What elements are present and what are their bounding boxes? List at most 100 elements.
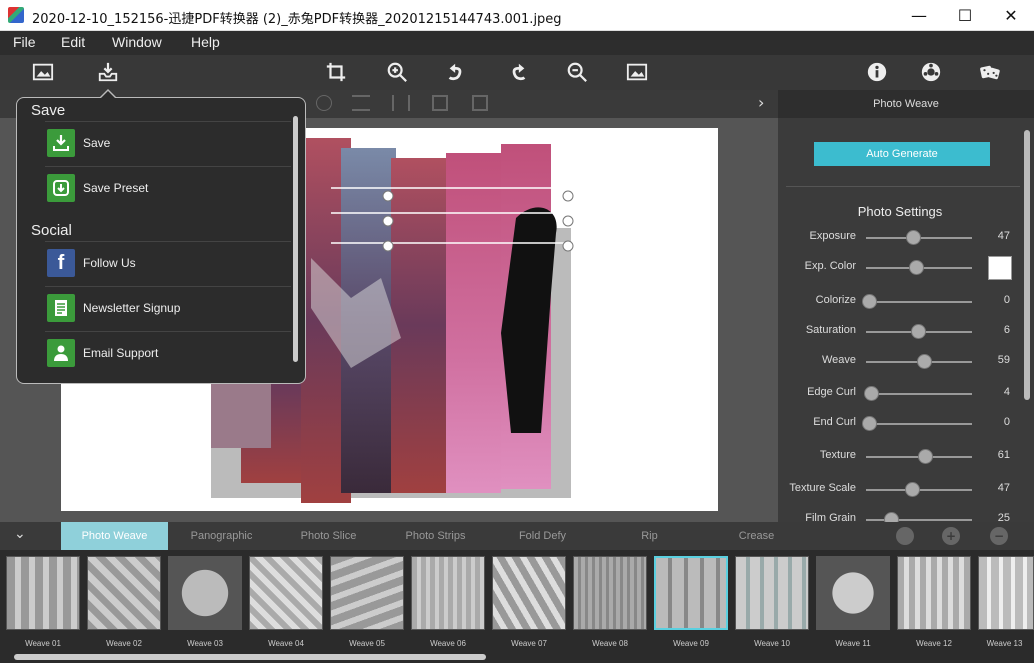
settings-icon[interactable]	[917, 59, 945, 85]
panel-header: Photo Weave	[778, 90, 1034, 118]
remove-preset-icon[interactable]: −	[990, 527, 1008, 545]
redo-icon[interactable]	[503, 59, 531, 85]
preset-thumbnail[interactable]	[573, 556, 647, 630]
slider-knob[interactable]	[905, 482, 920, 497]
slider-value: 0	[1003, 416, 1010, 428]
preset-thumbnail[interactable]	[87, 556, 161, 630]
slider-knob[interactable]	[884, 512, 899, 522]
slider-texture-scale[interactable]: Texture Scale 47	[778, 480, 1022, 500]
tab-panographic[interactable]: Panographic	[168, 522, 275, 550]
title-bar: 2020-12-10_152156-迅捷PDF转换器 (2)_赤兔PDF转换器_…	[0, 0, 1034, 31]
slider-track[interactable]	[866, 519, 972, 521]
info-icon[interactable]	[863, 59, 891, 85]
preset-thumbnail[interactable]	[168, 556, 242, 630]
slider-knob[interactable]	[917, 354, 932, 369]
preset-thumbnail[interactable]	[492, 556, 566, 630]
preset-label: Weave 07	[511, 639, 547, 648]
slider-saturation[interactable]: Saturation 6	[778, 322, 1022, 342]
remove-icon[interactable]	[316, 95, 332, 111]
auto-generate-button[interactable]: Auto Generate	[814, 142, 990, 166]
slider-exposure[interactable]: Exposure 47	[778, 228, 1022, 248]
slider-knob[interactable]	[862, 294, 877, 309]
random-icon[interactable]	[896, 527, 914, 545]
preset-thumbnail[interactable]	[816, 556, 890, 630]
slider-texture[interactable]: Texture 61	[778, 447, 1022, 467]
slider-exp-color[interactable]: Exp. Color	[778, 256, 1022, 280]
popup-scrollbar[interactable]	[293, 116, 298, 362]
color-swatch[interactable]	[988, 256, 1012, 280]
crop-icon[interactable]	[322, 59, 350, 85]
tab-crease[interactable]: Crease	[703, 522, 810, 550]
zoom-in-icon[interactable]	[383, 59, 411, 85]
popup-caret-inner	[100, 91, 116, 99]
menu-item-label: Save	[83, 136, 111, 150]
panel-scrollbar[interactable]	[1024, 130, 1030, 400]
slider-label: Texture	[819, 449, 856, 461]
menu-file[interactable]: File	[13, 34, 36, 50]
preset-thumbnail-selected[interactable]	[654, 556, 728, 630]
slider-knob[interactable]	[911, 324, 926, 339]
undo-icon[interactable]	[443, 59, 471, 85]
slider-knob[interactable]	[862, 416, 877, 431]
close-button[interactable]: ✕	[988, 0, 1034, 31]
preset-thumbnail[interactable]	[249, 556, 323, 630]
preset-label: Weave 01	[25, 639, 61, 648]
fit-image-icon[interactable]	[623, 59, 651, 85]
preset-label: Weave 02	[106, 639, 142, 648]
panel-toggle-chevron-icon[interactable]: ›	[758, 93, 764, 112]
align-vertical-icon[interactable]	[392, 95, 410, 111]
image-icon[interactable]	[29, 59, 57, 85]
preset-label: Weave 08	[592, 639, 628, 648]
slider-edge-curl[interactable]: Edge Curl 4	[778, 384, 1022, 404]
slider-knob[interactable]	[909, 260, 924, 275]
slider-film-grain[interactable]: Film Grain 25	[778, 510, 1022, 522]
slider-end-curl[interactable]: End Curl 0	[778, 414, 1022, 434]
menu-item-save[interactable]: Save	[45, 121, 291, 165]
slider-colorize[interactable]: Colorize 0	[778, 292, 1022, 312]
menu-edit[interactable]: Edit	[61, 34, 85, 50]
preset-thumbnail[interactable]	[6, 556, 80, 630]
preset-thumbnail[interactable]	[735, 556, 809, 630]
menu-item-follow-us[interactable]: f Follow Us	[45, 241, 291, 285]
maximize-button[interactable]: ☐	[942, 0, 988, 31]
collapse-chevron-icon[interactable]: ⌄	[14, 526, 26, 542]
preset-thumbnail[interactable]	[897, 556, 971, 630]
tab-photo-slice[interactable]: Photo Slice	[275, 522, 382, 550]
preset-thumbnail[interactable]	[411, 556, 485, 630]
menu-item-email-support[interactable]: Email Support	[45, 331, 291, 375]
slider-knob[interactable]	[864, 386, 879, 401]
slider-value: 0	[1003, 294, 1010, 306]
slider-value: 6	[1003, 324, 1010, 336]
add-icon[interactable]: +	[942, 527, 960, 545]
tab-photo-strips[interactable]: Photo Strips	[382, 522, 489, 550]
tab-fold-defy[interactable]: Fold Defy	[489, 522, 596, 550]
slider-knob[interactable]	[918, 449, 933, 464]
menu-window[interactable]: Window	[112, 34, 162, 50]
slider-knob[interactable]	[906, 230, 921, 245]
save-tray-icon[interactable]	[94, 59, 122, 85]
preset-label: Weave 06	[430, 639, 466, 648]
preset-thumbnail[interactable]	[978, 556, 1034, 630]
distribute-rows-icon[interactable]	[432, 95, 448, 111]
menu-item-newsletter[interactable]: Newsletter Signup	[45, 286, 291, 330]
menu-item-save-preset[interactable]: Save Preset	[45, 166, 291, 210]
menu-item-label: Newsletter Signup	[83, 301, 181, 315]
save-popup-menu: Save Save Save Preset Social f Follow Us…	[16, 89, 306, 384]
minimize-button[interactable]: —	[896, 0, 942, 31]
preset-label: Weave 04	[268, 639, 304, 648]
preset-label: Weave 12	[916, 639, 952, 648]
slider-track[interactable]	[866, 393, 972, 395]
preset-scrollbar[interactable]	[14, 654, 486, 660]
slider-track[interactable]	[866, 301, 972, 303]
menu-help[interactable]: Help	[191, 34, 220, 50]
settings-panel: Photo Weave Auto Generate Photo Settings…	[778, 90, 1034, 522]
tab-rip[interactable]: Rip	[596, 522, 703, 550]
distribute-columns-icon[interactable]	[472, 95, 488, 111]
preset-thumbnail[interactable]	[330, 556, 404, 630]
align-horizontal-icon[interactable]	[352, 95, 370, 111]
slider-weave[interactable]: Weave 59	[778, 352, 1022, 372]
slider-track[interactable]	[866, 423, 972, 425]
tab-photo-weave[interactable]: Photo Weave	[61, 522, 168, 550]
zoom-out-icon[interactable]	[563, 59, 591, 85]
dice-icon[interactable]	[976, 59, 1004, 85]
